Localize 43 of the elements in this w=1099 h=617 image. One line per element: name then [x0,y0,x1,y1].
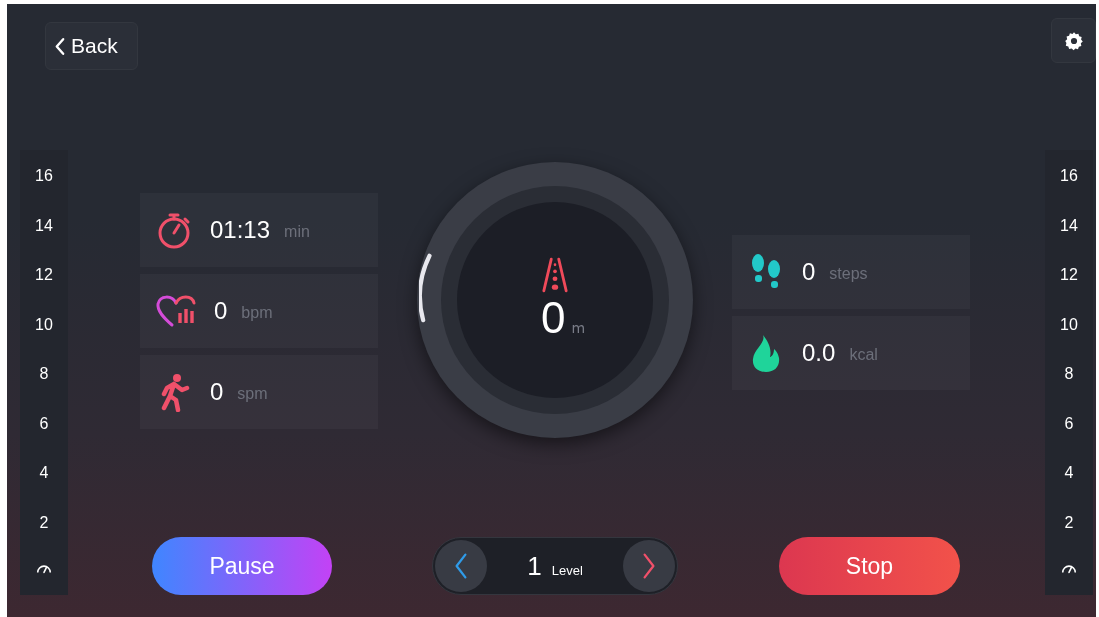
stat-unit: steps [829,265,868,283]
stat-value: 0.0 [802,339,836,367]
scale-label: 4 [1064,463,1074,483]
scale-label: 2 [39,512,49,533]
chevron-left-icon [454,552,468,580]
scale-label: 12 [1060,265,1078,285]
settings-button[interactable] [1051,18,1096,63]
scale-label: 6 [39,413,49,434]
scale-label: 4 [39,463,49,483]
level-up-button[interactable] [623,540,675,592]
scale-label: 14 [1060,215,1078,236]
settings-icon [1063,30,1084,51]
stat-value: 0 [802,258,816,286]
speedometer-icon [36,563,52,574]
scale-label: 2 [1064,512,1074,533]
stat-unit: bpm [241,304,273,322]
scale-label: 6 [1064,413,1074,434]
level-value: 1 [527,550,542,582]
level-down-button[interactable] [435,540,487,592]
distance-unit: m [571,320,586,336]
scale-label: 16 [1060,166,1078,186]
chevron-right-icon [642,552,656,580]
stat-value: 0 [214,297,228,325]
stop-button[interactable]: Stop [779,537,960,595]
speedometer-icon [1061,563,1077,574]
scale-label: 10 [35,314,53,335]
scale-label: 12 [35,265,53,285]
scale-label: 10 [1060,314,1078,335]
scale-label: 16 [35,166,53,186]
stat-unit: spm [237,385,268,403]
scale-label: 8 [1064,364,1074,384]
back-button[interactable]: Back [45,22,138,70]
stat-value: 0 [210,378,224,406]
chevron-left-icon [54,36,65,56]
stat-unit: min [284,223,310,241]
stat-unit: kcal [849,346,878,364]
pause-button[interactable]: Pause [152,537,332,595]
distance-value: 0 [540,293,566,343]
stat-value: 01:13 [210,216,271,244]
road-icon [541,257,569,293]
level-label: Level [551,562,583,578]
scale-label: 8 [39,364,49,384]
scale-label: 14 [35,215,53,236]
